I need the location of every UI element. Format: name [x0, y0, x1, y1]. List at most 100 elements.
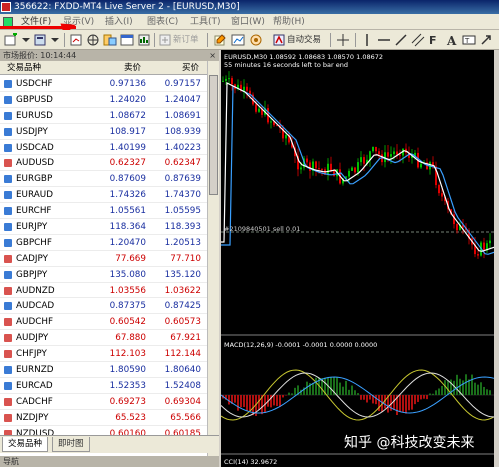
dropdown-icon[interactable]: [19, 33, 33, 47]
metaeditor-icon[interactable]: [213, 33, 227, 47]
table-row[interactable]: GBPCHF 1.20470 1.20513: [0, 235, 207, 251]
candle-body: [477, 254, 479, 256]
dropdown-icon[interactable]: [48, 33, 62, 47]
menu-window[interactable]: 窗口(W): [228, 15, 268, 29]
ea-properties-icon[interactable]: [249, 33, 263, 47]
label-tool-icon[interactable]: T: [462, 33, 476, 47]
profiles-icon[interactable]: [33, 33, 47, 47]
candle-body: [360, 157, 362, 163]
column-header-bid[interactable]: 卖价: [124, 61, 141, 75]
autotrading-button[interactable]: 自动交易: [287, 34, 321, 46]
macd-bar: [354, 390, 356, 395]
table-row[interactable]: EURUSD 1.08672 1.08691: [0, 108, 207, 124]
candle-body: [489, 240, 491, 244]
menu-insert[interactable]: 插入(I): [102, 15, 136, 29]
new-order-button[interactable]: 新订单: [173, 34, 199, 46]
table-row[interactable]: USDCHF 0.97136 0.97157: [0, 76, 207, 92]
close-icon[interactable]: ×: [209, 50, 216, 61]
tab-tick-chart[interactable]: 即时图: [52, 437, 90, 452]
table-row[interactable]: GBPJPY 135.080 135.120: [0, 267, 207, 283]
price-down-icon: [4, 334, 12, 343]
scrollbar-thumb[interactable]: [209, 75, 218, 195]
bid-cell: 0.97136: [109, 79, 146, 89]
terminal-icon[interactable]: [120, 33, 134, 47]
market-watch-scrollbar[interactable]: [207, 61, 219, 467]
data-window-icon[interactable]: [86, 33, 100, 47]
fibonacci-icon[interactable]: F: [428, 33, 442, 47]
table-row[interactable]: NZDJPY 65.523 65.566: [0, 410, 207, 426]
table-row[interactable]: EURAUD 1.74326 1.74370: [0, 187, 207, 204]
table-row[interactable]: EURJPY 118.364 118.393: [0, 219, 207, 235]
price-up-icon: [4, 127, 12, 136]
navigator-icon[interactable]: [103, 33, 117, 47]
symbol-cell: CADCHF: [16, 396, 53, 407]
candle-body: [243, 86, 245, 91]
ask-cell: 67.921: [170, 333, 201, 344]
symbol-cell: USDCAD: [16, 142, 54, 153]
bid-cell: 0.62327: [109, 158, 146, 169]
arrow-tool-icon[interactable]: [479, 33, 493, 47]
table-row[interactable]: CHFJPY 112.103 112.144: [0, 346, 207, 363]
table-row[interactable]: AUDUSD 0.62327 0.62347: [0, 155, 207, 172]
horizontal-line-icon[interactable]: [377, 33, 391, 47]
candle-body: [438, 185, 440, 194]
trendline-icon[interactable]: [394, 33, 408, 47]
symbol-cell: AUDJPY: [16, 333, 49, 344]
price-down-icon: [4, 159, 12, 168]
table-row[interactable]: GBPUSD 1.24020 1.24047: [0, 92, 207, 108]
table-row[interactable]: AUDNZD 1.03556 1.03622: [0, 283, 207, 299]
menu-charts[interactable]: 图表(C): [144, 15, 181, 29]
channel-icon[interactable]: [411, 33, 425, 47]
ask-cell: 1.24047: [164, 94, 201, 105]
bid-cell: 65.523: [115, 412, 146, 423]
column-header-ask[interactable]: 买价: [182, 61, 199, 75]
price-down-icon: [4, 397, 12, 406]
new-chart-icon[interactable]: [4, 33, 18, 47]
chart-window-icon[interactable]: [231, 33, 245, 47]
crosshair-icon[interactable]: [336, 33, 350, 47]
macd-bar: [414, 395, 416, 405]
new-order-icon[interactable]: [158, 33, 172, 47]
column-header-symbol[interactable]: 交易品种: [7, 61, 41, 75]
table-row[interactable]: AUDCHF 0.60542 0.60573: [0, 314, 207, 331]
market-watch-icon[interactable]: [69, 33, 83, 47]
chart-area[interactable]: EURUSD,M30 1.08592 1.08683 1.08570 1.086…: [220, 50, 499, 467]
text-tool-icon[interactable]: A: [445, 33, 459, 47]
macd-bar: [471, 374, 473, 395]
ask-cell: 0.87639: [164, 174, 201, 185]
autotrading-icon[interactable]: [272, 33, 286, 47]
symbol-cell: GBPUSD: [16, 94, 53, 105]
table-row[interactable]: CADCHF 0.69273 0.69304: [0, 394, 207, 410]
table-row[interactable]: EURCHF 1.05561 1.05595: [0, 203, 207, 220]
app-icon: [1, 2, 11, 12]
table-row[interactable]: EURCAD 1.52353 1.52408: [0, 378, 207, 394]
macd-bar: [351, 385, 353, 395]
symbol-cell: EURCAD: [16, 380, 53, 391]
strategy-tester-icon[interactable]: [137, 33, 151, 47]
symbol-cell: AUDNZD: [16, 285, 55, 296]
table-row[interactable]: EURGBP 0.87609 0.87639: [0, 171, 207, 188]
table-row[interactable]: AUDCAD 0.87375 0.87425: [0, 298, 207, 315]
bid-cell: 1.20470: [109, 237, 146, 248]
macd-bar: [276, 395, 278, 406]
candle-body: [318, 168, 320, 170]
menu-help[interactable]: 帮助(H): [270, 15, 308, 29]
table-row[interactable]: USDJPY 108.917 108.939: [0, 124, 207, 140]
bid-cell: 1.80590: [109, 365, 146, 376]
candle-body: [228, 78, 230, 80]
chart-scrollbar[interactable]: [494, 50, 499, 467]
toolbar-divider: [330, 33, 331, 47]
table-row[interactable]: CADJPY 77.669 77.710: [0, 251, 207, 267]
price-up-icon: [4, 238, 12, 247]
price-chart[interactable]: [220, 50, 499, 467]
ask-cell: 135.120: [164, 269, 201, 280]
tab-symbols[interactable]: 交易品种: [2, 437, 49, 452]
macd-bar: [273, 395, 275, 406]
menu-tools[interactable]: 工具(T): [187, 15, 224, 29]
macd-bar: [417, 395, 419, 402]
vertical-line-icon[interactable]: [360, 33, 374, 47]
table-row[interactable]: USDCAD 1.40199 1.40223: [0, 140, 207, 156]
table-row[interactable]: AUDJPY 67.880 67.921: [0, 330, 207, 347]
macd-bar: [357, 393, 359, 395]
table-row[interactable]: EURNZD 1.80590 1.80640: [0, 362, 207, 378]
